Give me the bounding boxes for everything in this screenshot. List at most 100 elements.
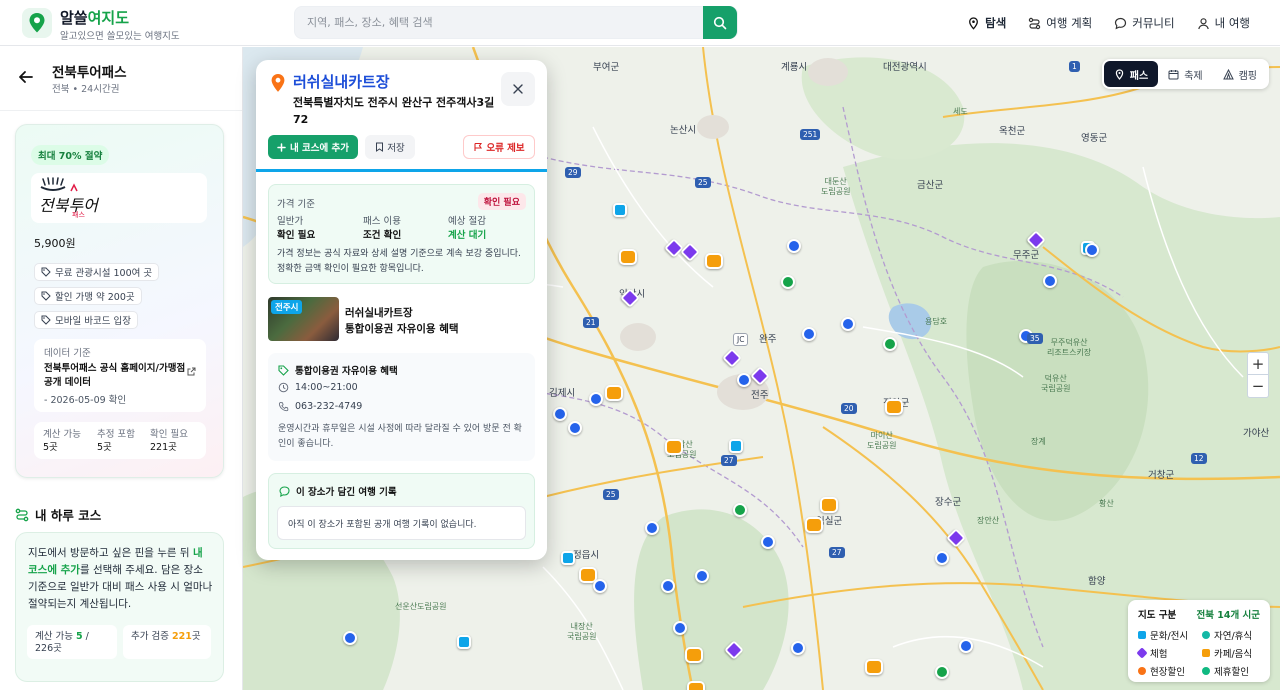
map-pin-culture[interactable] [729,439,743,453]
add-to-course-button[interactable]: 내 코스에 추가 [268,135,358,159]
map-pin-culture[interactable] [561,551,575,565]
road-shield: 1 [1069,61,1080,72]
map-pin-place[interactable] [761,535,775,549]
map-pin-cafe[interactable] [619,249,637,265]
map-pin-place[interactable] [645,521,659,535]
pass-logo-artwork: 전북투어 패스 [39,177,100,219]
map-pin-place[interactable] [935,551,949,565]
benefit-box: 통합이용권 자유이용 혜택 14:00~21:00 063-232-4749 운… [268,353,535,461]
pass-logo-script: 전북투어 [39,196,100,215]
map-pin-cafe[interactable] [687,681,705,690]
stat-label: 확인 필요 [150,429,188,440]
price-basis-label: 가격 기준 [277,199,315,210]
course-text-part: 지도에서 방문하고 싶은 핀을 누른 뒤 [28,547,193,559]
nav-trip-plan[interactable]: 여행 계획 [1028,15,1092,31]
top-header: 알쓸여지도 알고있으면 쓸모있는 여행지도 탐색 여행 계획 커뮤니티 내 여행 [0,0,1280,46]
price-col-savings: 예상 절감 계산 대기 [448,215,486,243]
clock-icon [278,382,289,393]
place-summary-name: 러쉬실내카트장 [345,307,413,319]
place-title: 러쉬실내카트장 [293,73,390,91]
map-pin-cafe[interactable] [820,497,838,513]
map-label-okcheon: 옥천군 [999,126,1026,137]
report-error-button[interactable]: 오류 제보 [463,135,535,159]
nav-explore[interactable]: 탐색 [967,15,1006,31]
close-button[interactable] [501,72,535,106]
map-pin-cafe[interactable] [865,659,883,675]
pass-subtitle: 전북 • 24시간권 [52,84,120,95]
map-pin-place[interactable] [791,641,805,655]
map-label-geochang: 거창군 [1148,470,1175,481]
map-pin-cafe[interactable] [685,647,703,663]
place-thumbnail[interactable]: 전주시 [268,297,339,341]
map-pin-cafe[interactable] [705,253,723,269]
legend-swatch [1202,631,1210,639]
map-label-deogyusan: 덕유산 국립공원 [1041,374,1071,393]
map-pin-place[interactable] [787,239,801,253]
map-label-hwangsan: 황산 [1099,499,1114,508]
map-pin-cafe[interactable] [605,385,623,401]
map-pin-cafe[interactable] [665,439,683,455]
legend-label: 문화/전시 [1150,631,1189,642]
zoom-out-button[interactable]: − [1248,375,1268,397]
map-label-jeongeup: 정읍시 [573,550,600,561]
search-input[interactable] [295,7,695,38]
map-legend: 지도 구분 전북 14개 시군 문화/전시 자연/휴식 체험 카페/음식 현장할… [1128,600,1270,682]
map-pin-place[interactable] [553,407,567,421]
search-icon [713,16,727,29]
map-pin-place[interactable] [959,639,973,653]
map-label-jangan: 장안산 [977,516,1000,525]
map-label-geumsan: 금산군 [917,180,944,191]
legend-swatch [1136,647,1148,659]
map-pin-place[interactable] [695,569,709,583]
nav-community[interactable]: 커뮤니티 [1114,15,1175,31]
hours-row: 14:00~21:00 [278,382,358,393]
legend-swatch [1138,667,1146,675]
map-pin-place[interactable] [1043,274,1057,288]
map-pin-place[interactable] [1085,243,1099,257]
layer-festival-button[interactable]: 축제 [1158,61,1212,87]
tag-label: 모바일 바코드 입장 [55,316,131,327]
map-pin-place[interactable] [673,621,687,635]
save-place-button[interactable]: 저장 [365,135,415,159]
map-pin-culture[interactable] [457,635,471,649]
calendar-icon [1168,69,1179,79]
map-pin-place[interactable] [589,392,603,406]
map-label-gyeryong: 계룡시 [781,62,808,73]
map-pin-nature[interactable] [781,275,795,289]
mini-stat-label: 계산 가능 [35,631,73,642]
map-pin-place[interactable] [802,327,816,341]
road-shield: JC [733,333,749,346]
map-pin-place[interactable] [841,317,855,331]
map-pin-place[interactable] [593,579,607,593]
map-pin-nature[interactable] [883,337,897,351]
app-logo[interactable] [22,8,52,38]
map-pin-place[interactable] [661,579,675,593]
layer-pass-label: 패스 [1129,70,1149,82]
brand-name[interactable]: 알쓸여지도 [60,7,129,28]
layer-pass-button[interactable]: 패스 [1103,61,1159,87]
map-label-jeonju: 전주 [751,390,769,401]
travel-record-empty: 아직 이 장소가 포함된 공개 여행 기록이 없습니다. [277,506,526,540]
nav-community-label: 커뮤니티 [1132,16,1175,30]
map-pin-place[interactable] [568,421,582,435]
my-course-box: 지도에서 방문하고 싶은 핀을 누른 뒤 내 코스에 추가를 선택해 주세요. … [15,532,224,682]
chat-icon [1115,17,1127,29]
map-pin-nature[interactable] [935,665,949,679]
search-button[interactable] [703,6,737,39]
zoom-in-button[interactable]: + [1248,353,1268,375]
nav-my-trip[interactable]: 내 여행 [1197,15,1250,31]
back-arrow-icon[interactable] [16,67,36,87]
map-pin-cafe[interactable] [885,399,903,415]
map-pin-culture[interactable] [613,203,627,217]
map-pin-cafe[interactable] [805,517,823,533]
map-label-gayasan: 가야산 [1243,428,1270,439]
external-link-icon[interactable] [187,367,196,376]
layer-camping-button[interactable]: 캠핑 [1213,61,1267,87]
phone-row[interactable]: 063-232-4749 [278,401,362,412]
chat-bubble-icon [279,485,290,497]
map-label-nonsan: 논산시 [670,125,697,136]
map-pin-place[interactable] [343,631,357,645]
search-bar [294,6,738,39]
map-pin-nature[interactable] [733,503,747,517]
map-pin-selected-place[interactable] [737,373,751,387]
